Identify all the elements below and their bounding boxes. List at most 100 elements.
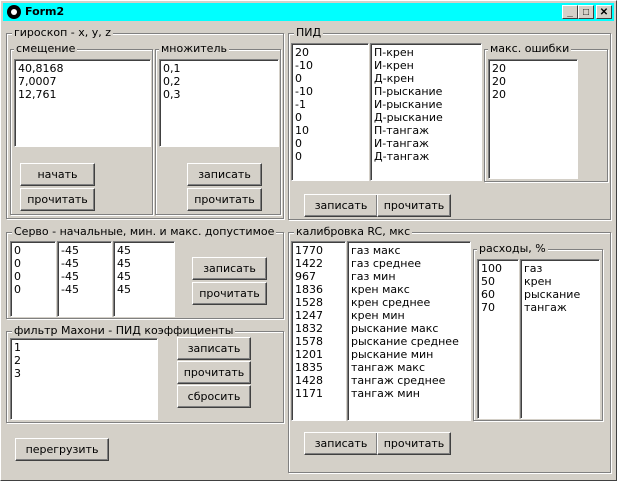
mahony-read-button[interactable]: прочитать (177, 361, 251, 384)
list-item: 0 (295, 72, 302, 85)
multiplier-read-button[interactable]: прочитать (187, 188, 262, 211)
close-button[interactable]: ✕ (596, 5, 612, 19)
list-item: И-крен (374, 59, 414, 72)
list-item: 3 (14, 367, 21, 380)
list-item: 45 (117, 257, 131, 270)
list-item: 45 (117, 270, 131, 283)
list-item: 10 (295, 124, 309, 137)
max-errors-memo[interactable]: 20 20 20 (488, 59, 578, 179)
list-item: И-рыскание (374, 98, 443, 111)
servo-read-button[interactable]: прочитать (192, 282, 267, 305)
list-item: И-тангаж (374, 137, 429, 150)
list-item: 0,2 (163, 75, 181, 88)
window-title: Form2 (25, 5, 65, 18)
pid-values-memo[interactable]: 20 -10 0 -10 -1 0 10 0 0 (291, 43, 369, 181)
multiplier-memo[interactable]: 0,1 0,2 0,3 (159, 59, 279, 147)
list-item: П-крен (374, 46, 414, 59)
list-item: 0 (14, 270, 21, 283)
list-item: 1 (14, 341, 21, 354)
list-item: газ среднее (351, 257, 421, 270)
list-item: 1171 (295, 387, 323, 400)
list-item: -45 (61, 270, 79, 283)
pid-read-button[interactable]: прочитать (377, 194, 451, 217)
rc-values-memo[interactable]: 1770 1422 967 1836 1528 1247 1832 1578 1… (291, 241, 346, 421)
mahony-reset-button[interactable]: сбросить (177, 385, 251, 408)
list-item: 50 (481, 275, 495, 288)
rates-values-memo[interactable]: 100 50 60 70 (477, 259, 519, 419)
servo-max-memo[interactable]: 45 45 45 45 (113, 241, 175, 317)
list-item: тангаж (524, 301, 567, 314)
list-item: тангаж макс (351, 361, 425, 374)
minimize-button[interactable]: _ (562, 5, 578, 19)
reboot-button[interactable]: перегрузить (15, 438, 109, 461)
list-item: 100 (481, 262, 502, 275)
multiplier-write-button[interactable]: записать (187, 163, 262, 186)
list-item: рыскание макс (351, 322, 439, 335)
list-item: 70 (481, 301, 495, 314)
list-item: 45 (117, 283, 131, 296)
title-bar[interactable]: Form2 _ □ ✕ (3, 3, 614, 21)
list-item: крен макс (351, 283, 410, 296)
pid-write-button[interactable]: записать (304, 194, 378, 217)
list-item: тангаж среднее (351, 374, 446, 387)
rates-group-label: расходы, % (477, 242, 548, 256)
servo-group: Серво - начальные, мин. и макс. допустим… (6, 225, 284, 319)
rc-write-button[interactable]: записать (304, 432, 378, 455)
list-item: 1201 (295, 348, 323, 361)
list-item: -10 (295, 85, 313, 98)
list-item: 0 (295, 150, 302, 163)
rc-calibration-group-label: калибровка RC, мкс (294, 225, 413, 239)
list-item: 0,3 (163, 88, 181, 101)
servo-initial-memo[interactable]: 0 0 0 0 (10, 241, 56, 317)
list-item: 0,1 (163, 62, 181, 75)
rates-names-memo[interactable]: газ крен рыскание тангаж (520, 259, 600, 419)
multiplier-group-label: множитель (159, 42, 229, 56)
list-item: 1247 (295, 309, 323, 322)
list-item: 1578 (295, 335, 323, 348)
mahony-group-label: фильтр Махони - ПИД коэффициенты (12, 324, 236, 338)
list-item: 20 (492, 75, 506, 88)
list-item: -10 (295, 59, 313, 72)
list-item: 1528 (295, 296, 323, 309)
max-errors-group-label: макс. ошибки (488, 42, 572, 56)
list-item: тангаж мин (351, 387, 420, 400)
gyro-read-button[interactable]: прочитать (20, 188, 95, 211)
list-item: Д-рыскание (374, 111, 443, 124)
list-item: -1 (295, 98, 306, 111)
gyro-group-label: гироскоп - x, y, z (12, 26, 113, 40)
servo-group-label: Серво - начальные, мин. и макс. допустим… (12, 225, 277, 239)
list-item: 2 (14, 354, 21, 367)
pid-names-memo[interactable]: П-крен И-крен Д-крен П-рыскание И-рыскан… (370, 43, 482, 181)
list-item: -45 (61, 257, 79, 270)
list-item: рыскание мин (351, 348, 434, 361)
mahony-write-button[interactable]: записать (177, 337, 251, 360)
list-item: 20 (295, 46, 309, 59)
servo-write-button[interactable]: записать (192, 257, 267, 280)
maximize-button[interactable]: □ (578, 5, 594, 19)
rc-read-button[interactable]: прочитать (377, 432, 451, 455)
mahony-pid-memo[interactable]: 1 2 3 (10, 338, 158, 420)
app-icon[interactable] (7, 5, 21, 19)
servo-min-memo[interactable]: -45 -45 -45 -45 (57, 241, 112, 317)
list-item: 45 (117, 244, 131, 257)
list-item: 40,8168 (18, 62, 64, 75)
list-item: 1422 (295, 257, 323, 270)
gyro-start-button[interactable]: начать (20, 163, 95, 186)
gyro-group: гироскоп - x, y, z смещение 40,8168 7,00… (6, 26, 284, 219)
list-item: крен мин (351, 309, 405, 322)
list-item: рыскание среднее (351, 335, 459, 348)
list-item: 60 (481, 288, 495, 301)
rc-calibration-group: калибровка RC, мкс 1770 1422 967 1836 15… (288, 225, 611, 473)
mahony-group: фильтр Махони - ПИД коэффициенты 1 2 3 з… (6, 324, 284, 423)
rates-group: расходы, % 100 50 60 70 газ крен рыскани… (473, 242, 603, 421)
list-item: крен среднее (351, 296, 431, 309)
list-item: 967 (295, 270, 316, 283)
list-item: Д-крен (374, 72, 415, 85)
list-item: 0 (14, 257, 21, 270)
list-item: газ мин (351, 270, 396, 283)
list-item: Д-тангаж (374, 150, 430, 163)
rc-names-memo[interactable]: газ макс газ среднее газ мин крен макс к… (347, 241, 471, 421)
list-item: газ (524, 262, 543, 275)
offset-memo[interactable]: 40,8168 7,0007 12,761 (14, 59, 151, 147)
list-item: рыскание (524, 288, 581, 301)
